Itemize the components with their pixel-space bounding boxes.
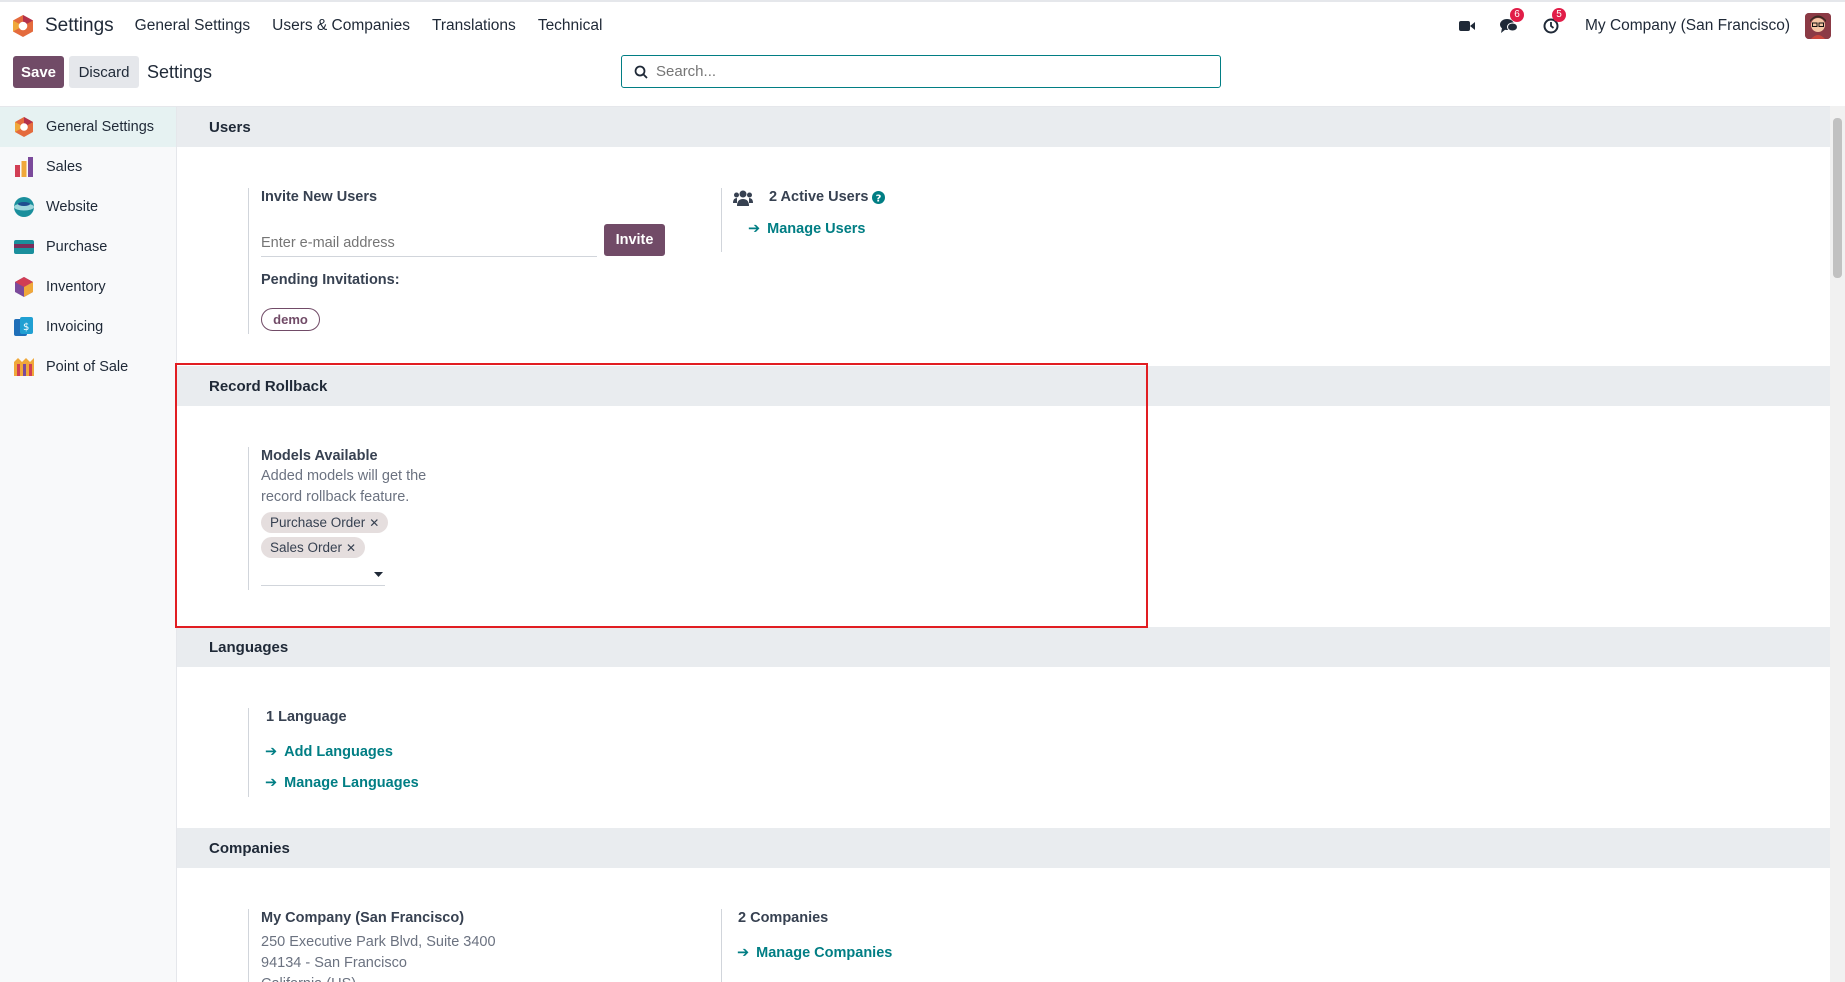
manage-companies-link[interactable]: ➔ Manage Companies: [737, 945, 892, 961]
sidebar-item-label: Sales: [46, 159, 83, 175]
save-button[interactable]: Save: [13, 56, 64, 88]
sidebar-item-label: General Settings: [46, 119, 155, 135]
sidebar-item-label: Website: [46, 199, 99, 215]
arrow-right-icon: ➔: [748, 221, 761, 237]
sidebar-item-purchase[interactable]: Purchase: [0, 227, 176, 267]
languages-block: 1 Language ➔ Add Languages ➔ Manage Lang…: [177, 667, 1830, 828]
section-title-users: Users: [177, 107, 1830, 147]
users-group-icon: [733, 190, 753, 206]
language-count: 1 Language: [266, 709, 347, 725]
sidebar-item-website[interactable]: Website: [0, 187, 176, 227]
rollback-block: Models Available Added models will get t…: [177, 406, 1830, 627]
app-title[interactable]: Settings: [45, 15, 114, 37]
add-languages-label: Add Languages: [284, 744, 393, 760]
tag-label: Purchase Order: [270, 515, 366, 530]
email-field[interactable]: [261, 230, 597, 257]
help-icon[interactable]: ?: [872, 191, 885, 204]
sidebar-item-label: Inventory: [46, 279, 106, 295]
breadcrumb: Settings: [147, 62, 213, 82]
companies-count: 2 Companies: [738, 910, 829, 926]
search-bar[interactable]: [621, 55, 1221, 88]
menu-general-settings[interactable]: General Settings: [135, 17, 250, 35]
models-help-text: Added models will get the record rollbac…: [261, 468, 427, 505]
manage-languages-label: Manage Languages: [284, 775, 419, 791]
menu-users-companies[interactable]: Users & Companies: [272, 17, 410, 35]
sales-icon: [15, 157, 33, 177]
tag-sales-order: Sales Order ✕: [261, 537, 366, 558]
caret-down-icon[interactable]: [374, 572, 383, 578]
manage-users-label: Manage Users: [767, 221, 866, 237]
companies-count-border: [721, 909, 722, 982]
company-address-line3: California (US): [261, 974, 356, 982]
menu-translations[interactable]: Translations: [432, 17, 516, 35]
messages-icon[interactable]: 6: [1499, 8, 1524, 36]
sidebar-item-invoicing[interactable]: $ Invoicing: [0, 307, 176, 347]
section-title-companies: Companies: [177, 828, 1830, 868]
remove-tag-icon[interactable]: ✕: [369, 516, 379, 530]
tag-purchase-order: Purchase Order ✕: [261, 512, 389, 533]
point-of-sale-icon: [14, 358, 34, 376]
sidebar-item-inventory[interactable]: Inventory: [0, 267, 176, 307]
section-title-languages: Languages: [177, 627, 1830, 667]
sidebar-item-label: Purchase: [46, 239, 108, 255]
active-users-count: 2 Active Users: [769, 189, 869, 205]
menu-technical[interactable]: Technical: [538, 17, 603, 35]
search-icon: [634, 65, 648, 79]
pending-user-badge[interactable]: demo: [261, 308, 320, 331]
models-many2many-input[interactable]: [261, 565, 385, 586]
odoo-logo-icon: [15, 117, 33, 137]
languages-setting-border: [248, 708, 249, 797]
remove-tag-icon[interactable]: ✕: [346, 541, 356, 555]
top-navbar: Settings General Settings Users & Compan…: [0, 0, 1845, 50]
models-setting-border: [248, 447, 249, 590]
messages-badge: 6: [1509, 8, 1524, 22]
activities-badge: 5: [1551, 8, 1566, 22]
manage-companies-label: Manage Companies: [756, 945, 893, 961]
app-logo-icon[interactable]: [11, 14, 35, 38]
svg-text:$: $: [23, 322, 29, 333]
settings-sidebar: General Settings Sales Website Purchase …: [0, 106, 177, 982]
pending-label: Pending Invitations:: [261, 272, 400, 288]
user-avatar[interactable]: [1805, 13, 1831, 39]
search-input[interactable]: [656, 63, 1196, 80]
discard-button[interactable]: Discard: [69, 56, 139, 88]
invite-setting-border: [248, 188, 249, 334]
models-available-label: Models Available: [261, 448, 378, 464]
sidebar-item-general-settings[interactable]: General Settings: [0, 107, 176, 147]
systray: 6 5 My Company (San Francisco): [1457, 2, 1845, 50]
tag-label: Sales Order: [270, 540, 343, 555]
sidebar-item-label: Invoicing: [46, 319, 104, 335]
settings-content: Users Invite New Users Invite Pending In…: [177, 106, 1830, 982]
section-title-record-rollback: Record Rollback: [177, 366, 1830, 406]
invoicing-icon: $: [14, 317, 33, 336]
company-setting-border: [248, 909, 249, 982]
manage-users-link[interactable]: ➔ Manage Users: [748, 221, 865, 237]
arrow-right-icon: ➔: [265, 775, 278, 791]
arrow-right-icon: ➔: [265, 744, 278, 760]
content-scrollbar[interactable]: [1830, 106, 1845, 982]
video-camera-icon[interactable]: [1457, 16, 1477, 36]
company-name: My Company (San Francisco): [261, 910, 465, 926]
company-address-line1: 250 Executive Park Blvd, Suite 3400: [261, 934, 496, 950]
sidebar-item-sales[interactable]: Sales: [0, 147, 176, 187]
purchase-icon: [14, 240, 34, 254]
invite-button[interactable]: Invite: [604, 224, 665, 256]
active-users-border: [721, 188, 722, 252]
sidebar-item-point-of-sale[interactable]: Point of Sale: [0, 347, 176, 387]
svg-text:?: ?: [876, 194, 882, 205]
users-block: Invite New Users Invite Pending Invitati…: [177, 147, 1830, 366]
manage-languages-link[interactable]: ➔ Manage Languages: [265, 775, 419, 791]
invite-label: Invite New Users: [261, 189, 378, 205]
sidebar-item-label: Point of Sale: [46, 359, 129, 375]
company-address-line2: 94134 - San Francisco: [261, 955, 407, 971]
control-panel: Save Discard Settings: [0, 50, 1845, 106]
add-languages-link[interactable]: ➔ Add Languages: [265, 744, 393, 760]
inventory-icon: [15, 277, 33, 297]
companies-block: My Company (San Francisco) 250 Executive…: [177, 868, 1830, 982]
activities-clock-icon[interactable]: 5: [1541, 8, 1566, 36]
website-icon: [14, 197, 34, 217]
arrow-right-icon: ➔: [737, 945, 750, 961]
scrollbar-thumb[interactable]: [1833, 118, 1842, 278]
company-switcher[interactable]: My Company (San Francisco): [1585, 17, 1790, 35]
